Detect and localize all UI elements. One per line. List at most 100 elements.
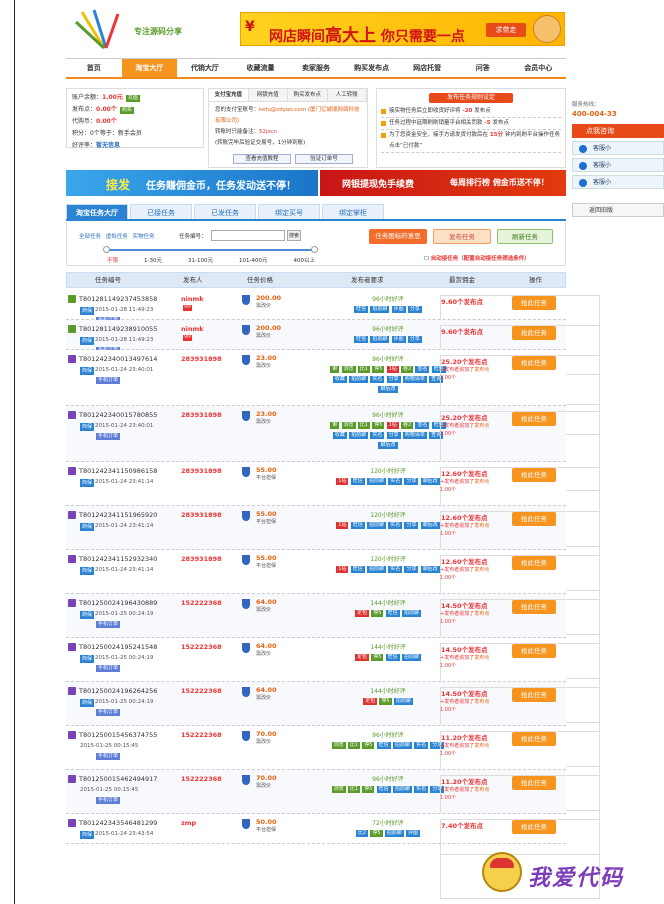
guarantee-badge: 商保 [80,423,95,431]
recharge-tutorial-button[interactable]: 查看充值教程 [233,154,291,164]
extra-text: 1.00个 [440,795,457,801]
publisher-name[interactable]: 283931898 [181,411,222,419]
extra-reward: +发布者追加了发布点 1.00个 [440,742,489,758]
consult-button[interactable]: 点我咨询 [572,124,664,138]
publisher-name[interactable]: ninmk [181,295,204,303]
requirement-tag: 聊后改 [420,522,440,529]
publisher-name[interactable]: 152222368 [181,599,222,607]
nav-item[interactable]: 卖家服务 [288,59,344,77]
price-level-label[interactable]: 不限 [107,256,118,264]
task-id: T801281149237453858 [79,295,158,303]
take-task-button[interactable]: 抢此任务 [512,468,556,482]
requirement-tags: 1钻 旺信 拍前聊 实名 分享 聊后改 [328,564,448,574]
take-task-button[interactable]: 抢此任务 [512,600,556,614]
take-task-button[interactable]: 抢此任务 [512,296,556,310]
recharge-button[interactable]: 充值 [125,95,140,102]
publisher-name[interactable]: ninmk [181,325,204,333]
payment-tab[interactable]: 购买发布点 [288,89,328,101]
extra-suffix: 发布点 [474,611,490,617]
ad-banner-left[interactable]: 接发 任务赚佣金币，任务发动送不停！ [66,170,318,196]
publisher-name[interactable]: 283931898 [181,511,222,519]
publisher-name[interactable]: 283931898 [181,467,222,475]
top-banner-ad[interactable]: ¥ 网店瞬间高大上 你只需要一点 求带走 [240,12,565,46]
verify-order-button[interactable]: 验证订单号 [295,154,353,164]
ad-left-text: 任务赚佣金币，任务发动送不停！ [146,181,296,192]
nav-item[interactable]: 首页 [66,59,122,77]
requirement-tag: 拍前聊 [392,786,412,793]
table-row: T801242341151965920 商保 2015-01-24 23:41:14… [66,506,600,591]
nav-item[interactable]: 会员中心 [511,59,567,77]
requirement-tag: 聊后改 [420,478,440,485]
task-tab[interactable]: 淘宝任务大厅 [66,204,128,219]
nav-item[interactable]: 淘宝大厅 [121,59,178,77]
take-task-button[interactable]: 抢此任务 [512,820,556,834]
requirement-tag: 拍前聊 [401,610,421,617]
payment-tab[interactable]: 人工转账 [327,89,367,101]
take-task-button[interactable]: 抢此任务 [512,356,556,370]
price-slider-knob-left[interactable] [103,246,110,253]
publisher-name[interactable]: zmp [181,819,196,827]
search-button[interactable]: 搜索 [287,230,301,241]
qq-service-3[interactable]: 客服小 [572,175,664,189]
take-task-button[interactable]: 抢此任务 [512,326,556,340]
publisher-name[interactable]: 152222368 [181,775,222,783]
nav-item[interactable]: 购买发布点 [344,59,400,77]
requirement-tag: 定包 [355,610,370,617]
task-icon-meaning-button[interactable]: 任务图标的意思 [369,229,427,244]
take-task-button[interactable]: 抢此任务 [512,776,556,790]
take-task-button[interactable]: 抢此任务 [512,688,556,702]
task-tab[interactable]: 绑定买号 [258,204,320,219]
task-tab[interactable]: 已接任务 [130,204,192,219]
price-type: 平台担保 [256,475,277,481]
take-task-button[interactable]: 抢此任务 [512,556,556,570]
extra-reward-line: 1.00个 [440,486,489,494]
auto-accept-option[interactable]: ☐ 自动接任务（配置自动接任务筛选条件） [424,254,530,262]
publisher-name[interactable]: 152222368 [181,687,222,695]
publisher-name[interactable]: 283931898 [181,555,222,563]
nav-item[interactable]: 收藏流量 [233,59,289,77]
ad-banner-right[interactable]: 网银提现免手续费 每周排行榜 佣金币送不停！ [320,170,566,196]
requirement-tag: 拍前聊 [384,830,404,837]
publisher-name[interactable]: 283931898 [181,355,222,363]
price-level-label[interactable]: 400以上 [293,256,315,264]
nav-item[interactable]: 代销大厅 [177,59,233,77]
task-tab[interactable]: 绑定掌柜 [322,204,384,219]
qq-service-2[interactable]: 客服小 [572,158,664,172]
task-id-search-input[interactable] [211,230,285,241]
task-tab[interactable]: 已发任务 [194,204,256,219]
task-date: 2015-01-24 23:43:54 [95,831,154,837]
take-task-button[interactable]: 抢此任务 [512,512,556,526]
price-slider-knob-right[interactable] [311,246,318,253]
publisher-name[interactable]: 152222368 [181,731,222,739]
price-slider[interactable] [107,249,315,251]
extra-reward-line: +发布者追加了发布点 [440,566,489,574]
site-logo[interactable]: 专注源码分享 [74,8,184,54]
take-task-button[interactable]: 抢此任务 [512,644,556,658]
take-task-button[interactable]: 抢此任务 [512,732,556,746]
requirement-tag: 旺信 [376,742,391,749]
refresh-task-button[interactable]: 刷新任务 [497,229,553,244]
requirement-tag: 聊后改 [378,442,398,449]
publish-task-button[interactable]: 发布任务 [433,229,491,244]
price-level-label[interactable]: 31-100元 [188,256,213,264]
nav-item[interactable]: 问答 [455,59,511,77]
requirement-tags: 1钻 旺信 拍前聊 实名 分享 聊后改 [328,476,448,486]
price-level-label[interactable]: 101-400元 [239,256,267,264]
qq-service-1[interactable]: 客服小 [572,141,664,155]
price-level-label[interactable]: 1-30元 [144,256,162,264]
publisher-name[interactable]: 152222368 [181,643,222,651]
banner-button[interactable]: 求带走 [486,23,526,37]
task-type-icon [68,411,76,419]
take-task-button[interactable]: 抢此任务 [512,412,556,426]
payment-tab[interactable]: 网银充值 [248,89,288,101]
table-row: T801281149237453858 商保 2015-01-28 11:49:23… [66,290,600,375]
shield-icon [242,819,250,829]
payment-tab[interactable]: 支付宝充值 [209,89,249,101]
nav-item[interactable]: 网店托管 [399,59,455,77]
shield-icon [242,411,250,421]
review-requirement: 96小时好评 [372,412,404,419]
buy-points-button[interactable]: 购买 [119,107,134,114]
back-old-version-button[interactable]: 返回旧版 [572,203,664,217]
payment-tabs: 支付宝充值 网银充值 购买发布点 人工转账 [209,89,367,102]
task-type-filter[interactable]: 全部任务 虚拟任务 实物任务 [79,232,155,240]
